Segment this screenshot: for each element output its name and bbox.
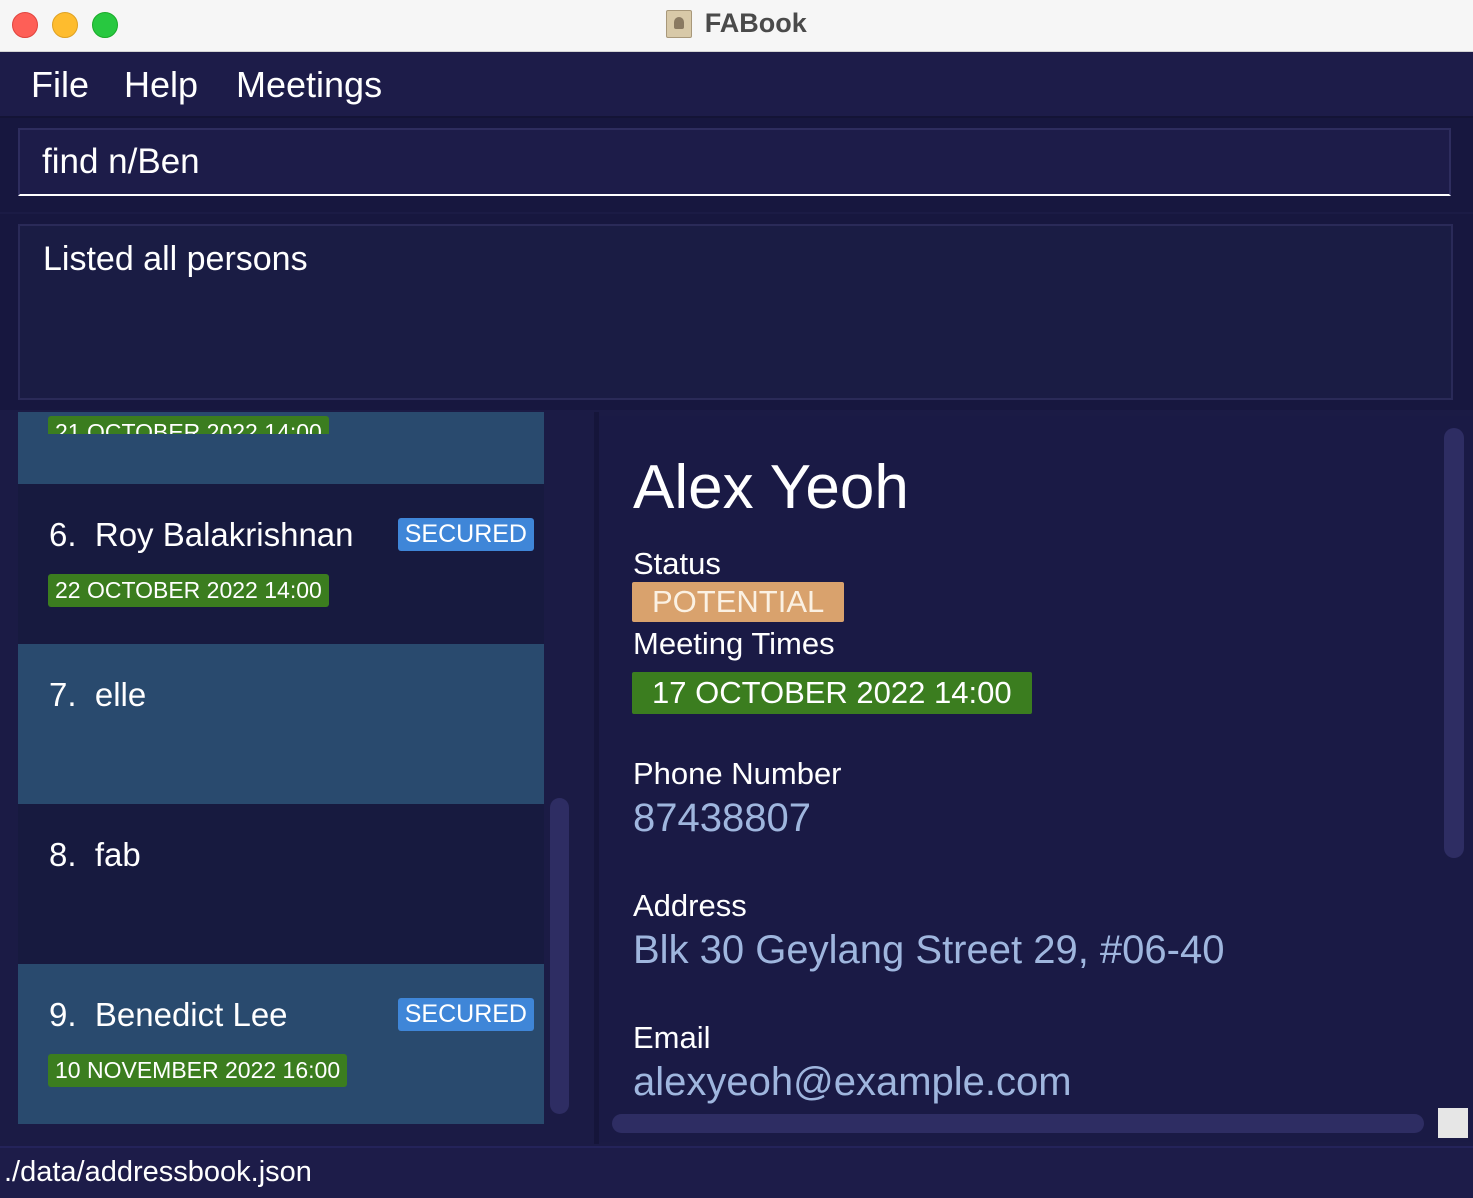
status-label: Status (633, 546, 721, 581)
meeting-times-label: Meeting Times (633, 626, 835, 661)
secured-badge: SECURED (397, 518, 534, 551)
result-display[interactable]: Listed all persons (18, 224, 1453, 400)
address-label: Address (633, 888, 747, 923)
person-detail-pane: Alex Yeoh Status POTENTIAL Meeting Times… (599, 416, 1473, 1142)
email-label: Email (633, 1020, 711, 1055)
phone-value: 87438807 (633, 796, 811, 840)
person-name: 7. elle (49, 676, 147, 713)
command-input[interactable] (18, 128, 1451, 196)
detail-name: Alex Yeoh (633, 453, 909, 522)
detail-vertical-scrollbar[interactable] (1444, 428, 1464, 858)
person-name: 6. Roy Balakrishnan (49, 516, 354, 553)
result-panel: Listed all persons (0, 214, 1473, 410)
command-panel (0, 118, 1473, 212)
meeting-badge: 10 NOVEMBER 2022 16:00 (48, 1054, 348, 1087)
window-title: FABook (704, 8, 807, 38)
meeting-badge: 22 OCTOBER 2022 14:00 (48, 574, 329, 607)
result-message: Listed all persons (43, 240, 308, 278)
scroll-corner (1438, 1108, 1468, 1138)
status-bar: ./data/addressbook.json (0, 1146, 1473, 1198)
status-badge: POTENTIAL (632, 582, 845, 622)
title-bar: FABook (0, 0, 1473, 52)
person-card[interactable]: 8. fab (18, 804, 544, 964)
person-card[interactable]: 6. Roy Balakrishnan SECURED 22 OCTOBER 2… (18, 484, 544, 644)
phone-label: Phone Number (633, 756, 842, 791)
menu-bar: File Help Meetings (0, 52, 1473, 118)
menu-help[interactable]: Help (124, 64, 198, 106)
person-name: 9. Benedict Lee (49, 996, 288, 1033)
address-value: Blk 30 Geylang Street 29, #06-40 (633, 928, 1225, 972)
menu-file[interactable]: File (31, 64, 89, 106)
person-card[interactable]: 9. Benedict Lee SECURED 10 NOVEMBER 2022… (18, 964, 544, 1124)
detail-horizontal-scrollbar[interactable] (612, 1114, 1424, 1133)
email-value: alexyeoh@example.com (633, 1060, 1072, 1104)
person-card[interactable]: 7. elle (18, 644, 544, 804)
meeting-time-badge: 17 OCTOBER 2022 14:00 (632, 672, 1032, 714)
address-book-icon (666, 9, 693, 38)
secured-badge: SECURED (397, 998, 534, 1031)
person-name: 8. fab (49, 836, 141, 873)
data-file-path: ./data/addressbook.json (4, 1156, 312, 1188)
list-scrollbar[interactable] (550, 798, 569, 1114)
menu-meetings[interactable]: Meetings (236, 64, 382, 106)
person-list-pane[interactable]: 21 OCTOBER 2022 14:00 6. Roy Balakrishna… (0, 412, 594, 1144)
